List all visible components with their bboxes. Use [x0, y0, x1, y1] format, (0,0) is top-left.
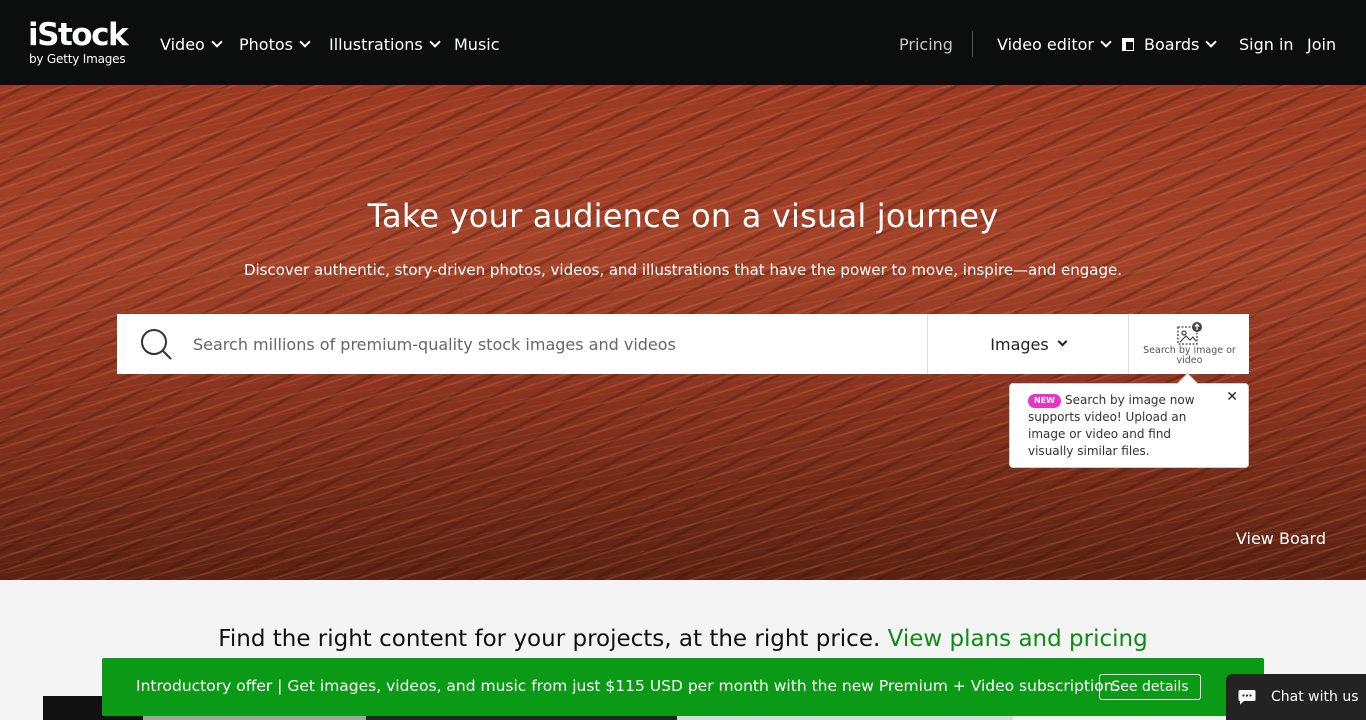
join-link[interactable]: Join [1307, 33, 1336, 55]
hero-banner: Take your audience on a visual journey D… [0, 85, 1366, 580]
view-board-link[interactable]: View Board [1236, 529, 1326, 548]
visual-search-button[interactable]: Search by image or video [1128, 314, 1249, 374]
promo-text: Introductory offer | Get images, videos,… [136, 677, 1119, 695]
image-upload-icon [1177, 322, 1202, 345]
promo-banner: Introductory offer | Get images, videos,… [102, 658, 1264, 716]
sign-in-link[interactable]: Sign in [1239, 33, 1294, 55]
top-nav-bar: iStock by Getty Images Video Photos Illu… [0, 0, 1366, 85]
chevron-down-icon [1057, 336, 1068, 347]
nav-photos[interactable]: Photos [239, 33, 311, 55]
hero-subtitle: Discover authentic, story-driven photos,… [243, 261, 1123, 279]
nav-boards-label: Boards [1144, 34, 1200, 54]
chat-label: Chat with us [1271, 689, 1359, 705]
close-icon[interactable]: ✕ [1226, 389, 1238, 406]
nav-boards[interactable]: Boards [1122, 33, 1218, 55]
logo-tagline: by Getty Images [29, 52, 126, 66]
see-details-button[interactable]: See details [1099, 674, 1201, 700]
pricing-headline-text: Find the right content for your projects… [218, 626, 881, 652]
chat-widget-button[interactable]: Chat with us [1226, 674, 1366, 720]
hero-title: Take your audience on a visual journey [367, 197, 999, 235]
nav-video-editor-label: Video editor [997, 34, 1094, 54]
visual-search-tooltip: NEW Search by image now supports video! U… [1009, 383, 1249, 468]
nav-video-editor[interactable]: Video editor [997, 33, 1112, 55]
nav-pricing[interactable]: Pricing [899, 33, 953, 55]
boards-icon [1122, 37, 1134, 51]
nav-music-label: Music [454, 34, 500, 54]
chevron-down-icon [1205, 35, 1218, 48]
media-type-select[interactable]: Images [927, 314, 1128, 374]
logo-wordmark: iStock [28, 17, 129, 53]
visual-search-label: Search by image or video [1143, 345, 1236, 366]
nav-photos-label: Photos [239, 34, 293, 54]
nav-video[interactable]: Video [160, 33, 223, 55]
search-icon[interactable] [139, 327, 173, 361]
pricing-headline: Find the right content for your projects… [0, 626, 1366, 652]
chevron-down-icon [429, 35, 441, 48]
new-badge: NEW [1028, 394, 1061, 408]
chevron-down-icon [1100, 35, 1112, 48]
media-type-label: Images [990, 334, 1049, 354]
nav-music[interactable]: Music [454, 33, 500, 55]
nav-video-label: Video [160, 34, 205, 54]
chevron-down-icon [299, 35, 311, 48]
search-bar: Images Search by image or video [117, 314, 1249, 374]
view-plans-link[interactable]: View plans and pricing [888, 626, 1148, 652]
nav-divider [972, 31, 973, 57]
search-input[interactable] [193, 314, 923, 374]
chat-bubble-icon [1238, 690, 1256, 705]
istock-logo[interactable]: iStock by Getty Images [28, 18, 140, 68]
chevron-down-icon [211, 35, 223, 48]
nav-illustrations-label: Illustrations [329, 34, 423, 54]
nav-illustrations[interactable]: Illustrations [329, 33, 441, 55]
